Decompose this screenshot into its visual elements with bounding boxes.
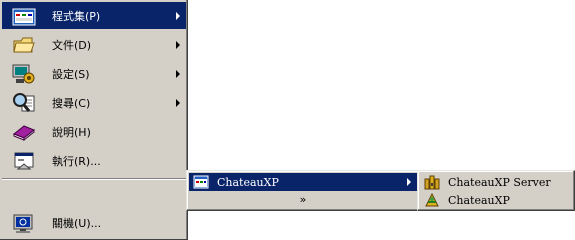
chateauxp-item-app[interactable]: ChateauXP bbox=[420, 191, 572, 209]
documents-icon bbox=[10, 33, 38, 57]
run-icon bbox=[10, 149, 38, 173]
start-menu: 程式集(P) 文件(D) 設定(S) 搜尋(C) 說明(H) 執行(R)... … bbox=[0, 0, 188, 240]
start-item-settings[interactable]: 設定(S) bbox=[2, 60, 186, 87]
start-item-documents[interactable]: 文件(D) bbox=[2, 31, 186, 58]
start-item-label: 執行(R)... bbox=[52, 154, 101, 168]
menu-separator bbox=[2, 178, 186, 180]
chateauxp-item-label: ChateauXP bbox=[448, 193, 510, 207]
chateau-server-icon bbox=[424, 174, 440, 190]
program-group-icon bbox=[193, 174, 209, 190]
help-icon bbox=[10, 120, 38, 144]
start-item-label: 說明(H) bbox=[52, 125, 91, 139]
chateauxp-submenu: ChateauXP Server ChateauXP bbox=[417, 170, 575, 211]
start-item-label: 文件(D) bbox=[52, 38, 92, 52]
programs-icon bbox=[10, 4, 38, 28]
submenu-arrow-icon bbox=[176, 11, 180, 20]
submenu-arrow-icon bbox=[176, 98, 180, 107]
start-item-shutdown[interactable]: 關機(U)... bbox=[2, 209, 186, 236]
expand-menu-chevron-icon[interactable]: » bbox=[189, 191, 417, 207]
programs-submenu: ChateauXP » bbox=[186, 170, 420, 211]
search-icon bbox=[10, 91, 38, 115]
submenu-arrow-icon bbox=[176, 40, 180, 49]
start-item-label: 設定(S) bbox=[52, 67, 90, 81]
start-item-run[interactable]: 執行(R)... bbox=[2, 147, 186, 174]
start-item-label: 搜尋(C) bbox=[52, 96, 91, 110]
programs-item-chateauxp[interactable]: ChateauXP bbox=[189, 173, 417, 191]
programs-item-label: ChateauXP bbox=[217, 175, 279, 189]
start-item-programs[interactable]: 程式集(P) bbox=[2, 2, 186, 29]
chateauxp-item-server[interactable]: ChateauXP Server bbox=[420, 173, 572, 191]
chateau-app-icon bbox=[424, 192, 440, 208]
start-item-search[interactable]: 搜尋(C) bbox=[2, 89, 186, 116]
chateauxp-item-label: ChateauXP Server bbox=[448, 175, 551, 189]
start-item-label: 程式集(P) bbox=[52, 9, 101, 23]
settings-icon bbox=[10, 62, 38, 86]
shutdown-icon bbox=[10, 211, 38, 235]
submenu-arrow-icon bbox=[176, 69, 180, 78]
start-item-help[interactable]: 說明(H) bbox=[2, 118, 186, 145]
start-item-label: 關機(U)... bbox=[52, 216, 102, 230]
submenu-arrow-icon bbox=[407, 178, 411, 186]
